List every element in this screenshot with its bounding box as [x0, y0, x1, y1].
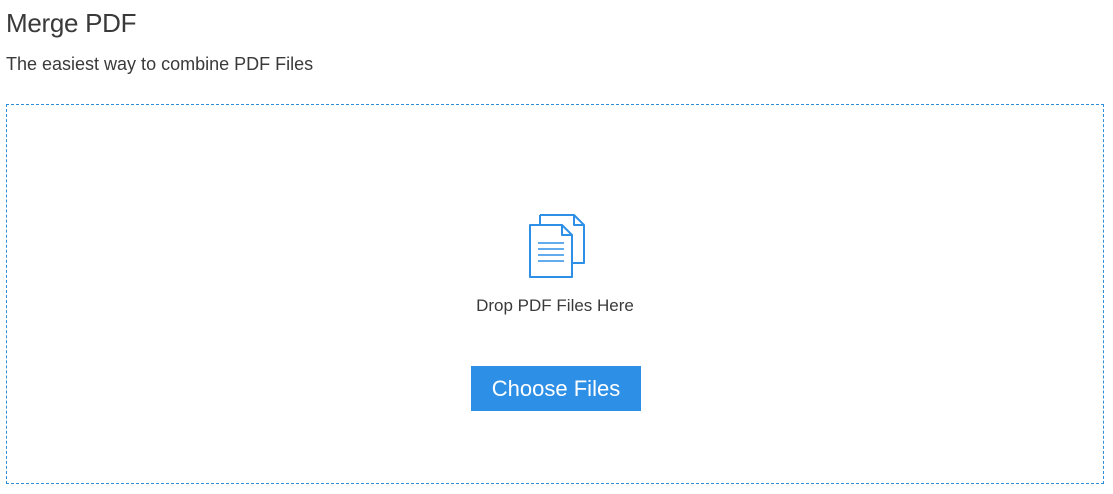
drop-zone[interactable]: Drop PDF Files Here Choose Files: [6, 104, 1104, 484]
page-title: Merge PDF: [6, 8, 137, 38]
drop-label: Drop PDF Files Here: [476, 296, 634, 315]
choose-files-button[interactable]: Choose Files: [471, 366, 641, 411]
page-subtitle: The easiest way to combine PDF Files: [6, 54, 314, 74]
documents-icon: [529, 214, 585, 278]
